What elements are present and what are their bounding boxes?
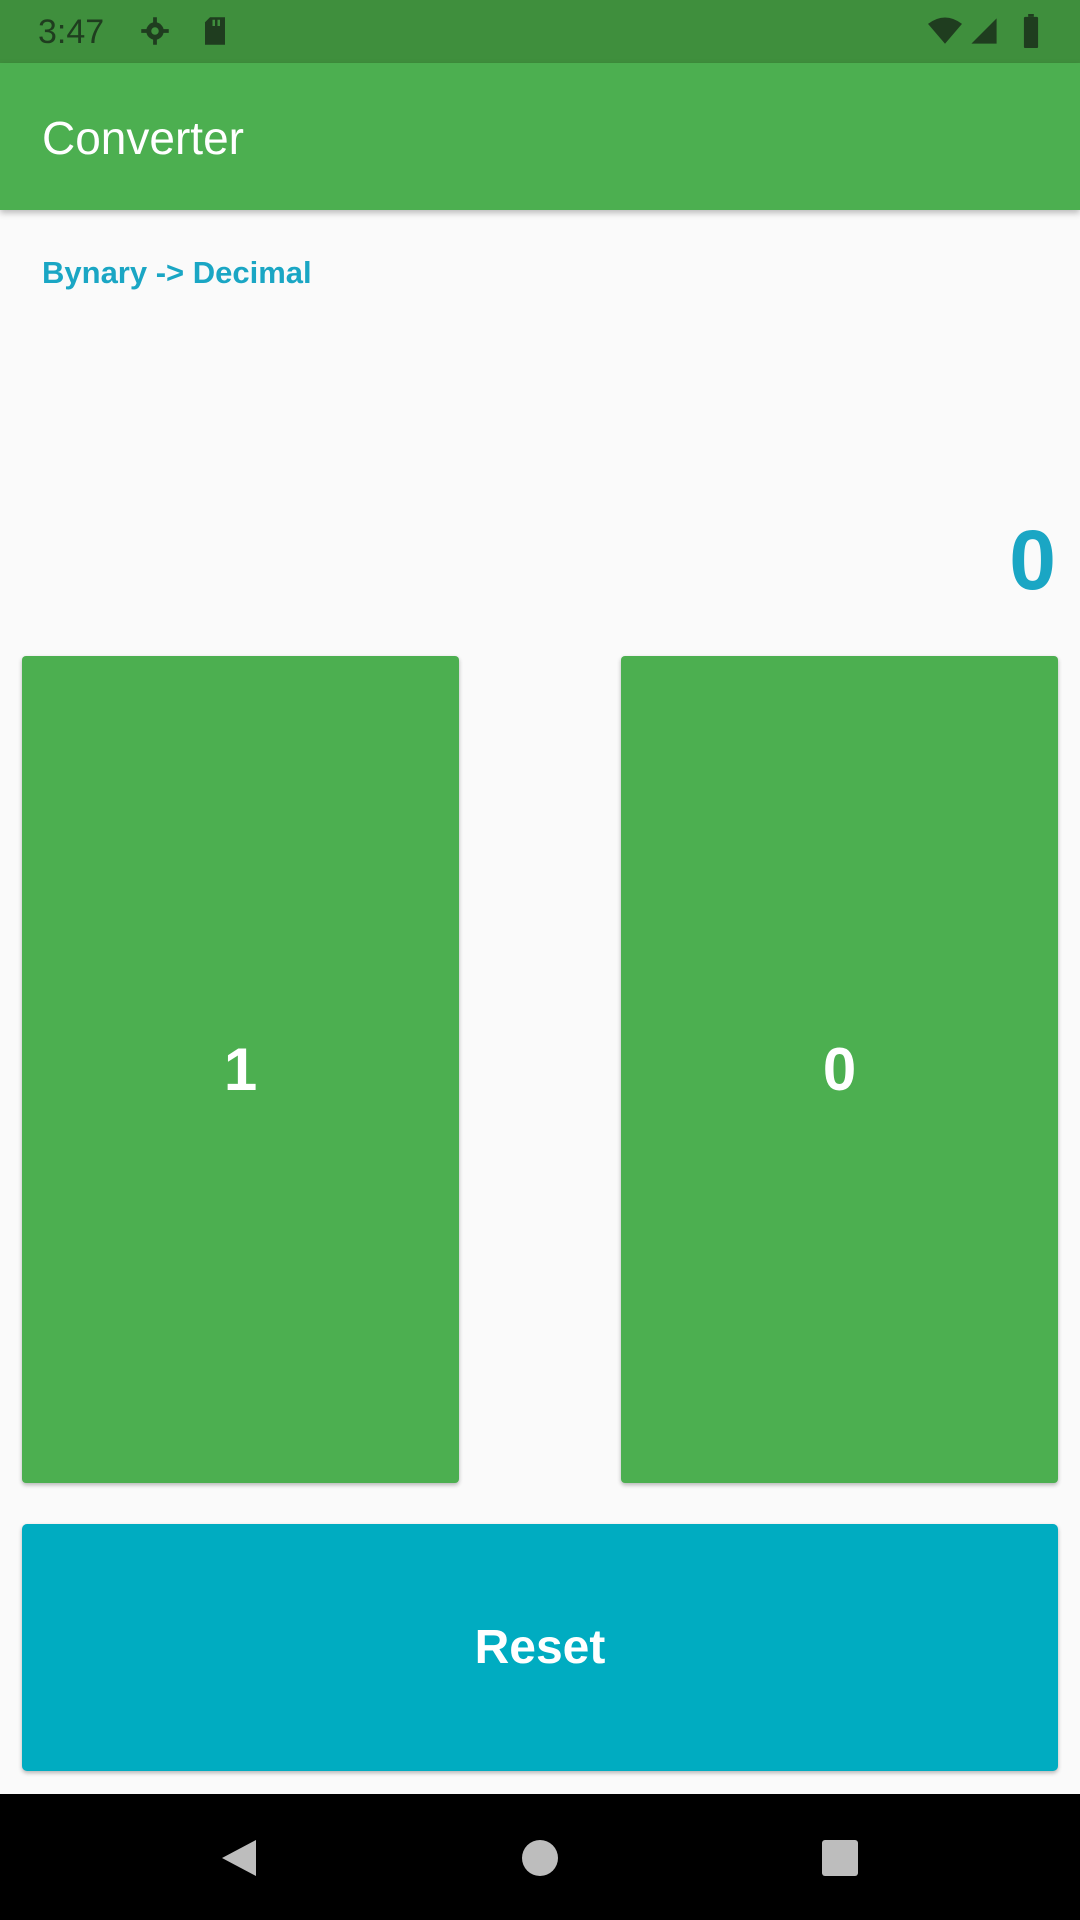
bit-zero-button[interactable]: 0	[621, 656, 1058, 1483]
home-icon[interactable]	[518, 1836, 562, 1880]
wifi-icon	[928, 16, 962, 46]
result-value: 0	[1009, 513, 1056, 607]
app-bar: Converter	[0, 63, 1080, 210]
status-time: 3:47	[38, 13, 105, 51]
mode-label: Bynary -> Decimal	[42, 255, 312, 290]
back-icon[interactable]	[218, 1836, 262, 1880]
reset-button[interactable]: Reset	[22, 1524, 1058, 1771]
status-bar: 3:47	[0, 0, 1080, 63]
app-title: Converter	[42, 112, 244, 164]
recents-icon[interactable]	[818, 1836, 862, 1880]
settings-gear-icon	[140, 16, 170, 46]
bit-one-button[interactable]: 1	[22, 656, 459, 1483]
bit-zero-label: 0	[822, 1036, 857, 1103]
reset-label: Reset	[474, 1621, 606, 1674]
bit-one-label: 1	[223, 1036, 258, 1103]
battery-icon	[1022, 14, 1040, 48]
sd-card-icon	[202, 16, 228, 46]
navigation-bar	[0, 1794, 1080, 1920]
signal-icon	[970, 16, 998, 46]
